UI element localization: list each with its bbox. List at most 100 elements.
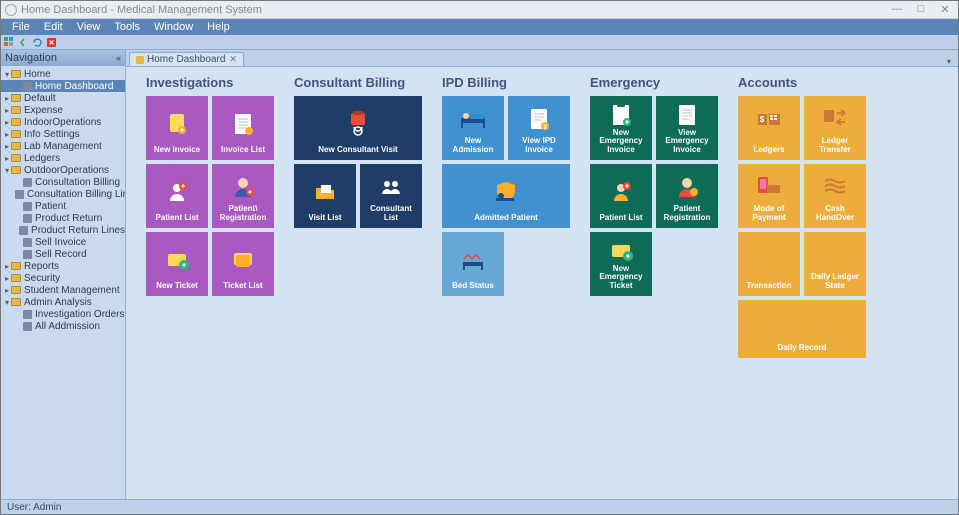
tile-patient-registration[interactable]: Patient\ Registration (212, 164, 274, 228)
tile-cash-handover[interactable]: Cash HandOver (804, 164, 866, 228)
tree-node-expense[interactable]: ▸Expense (1, 104, 125, 116)
tab-home-dashboard[interactable]: Home Dashboard ✕ (129, 52, 244, 66)
tree-node-student[interactable]: ▸Student Management (1, 284, 125, 296)
tree-node-home-dashboard[interactable]: Home Dashboard (1, 80, 125, 92)
section-title: Investigations (146, 75, 278, 90)
tab-close-icon[interactable]: ✕ (229, 54, 237, 65)
tree-node-admin[interactable]: ▾Admin Analysis (1, 296, 125, 308)
tree-node-default[interactable]: ▸Default (1, 92, 125, 104)
tab-label: Home Dashboard (147, 54, 225, 65)
tile-visit-list[interactable]: Visit List (294, 164, 356, 228)
app-icon (5, 4, 17, 16)
window-title: Home Dashboard - Medical Management Syst… (21, 4, 262, 16)
pin-icon[interactable]: « (116, 53, 121, 63)
tree-node-info[interactable]: ▸Info Settings (1, 128, 125, 140)
section-title: IPD Billing (442, 75, 574, 90)
folder-icon (297, 169, 353, 214)
svg-text:$: $ (760, 115, 765, 124)
tile-new-ticket[interactable]: New Ticket (146, 232, 208, 296)
menu-tools[interactable]: Tools (107, 21, 147, 33)
minimize-button[interactable]: — (888, 3, 906, 16)
section-title: Consultant Billing (294, 75, 426, 90)
menu-edit[interactable]: Edit (37, 21, 70, 33)
handover-icon (807, 169, 863, 205)
tree-node-reports[interactable]: ▸Reports (1, 260, 125, 272)
menu-window[interactable]: Window (147, 21, 200, 33)
back-icon[interactable] (18, 37, 29, 48)
tree-node-all-admission[interactable]: All Addmission (1, 320, 125, 332)
section-consultant: Consultant Billing New Consultant Visit … (294, 75, 426, 358)
tab-bar: Home Dashboard ✕ ▾ (126, 50, 958, 66)
tree-node-home[interactable]: ▾Home (1, 68, 125, 80)
epatient-list-icon (593, 169, 649, 214)
tree-node-lab[interactable]: ▸Lab Management (1, 140, 125, 152)
tree-node-security[interactable]: ▸Security (1, 272, 125, 284)
bed-icon (445, 101, 501, 137)
tile-invoice-list[interactable]: Invoice List (212, 96, 274, 160)
dashboard-canvas: Investigations New Invoice Invoice List … (126, 66, 958, 499)
close-button[interactable]: ✕ (936, 3, 954, 16)
group-icon (363, 169, 419, 205)
tab-dropdown-icon[interactable]: ▾ (943, 57, 955, 66)
dashboard-icon (23, 82, 32, 91)
tree-node-consultation-billing[interactable]: Consultation Billing (1, 176, 125, 188)
tile-transaction[interactable]: Transaction (738, 232, 800, 296)
view-einvoice-icon (659, 101, 715, 129)
menu-help[interactable]: Help (200, 21, 237, 33)
tile-new-invoice[interactable]: New Invoice (146, 96, 208, 160)
section-title: Emergency (590, 75, 722, 90)
tile-daily-ledger-state[interactable]: Daily Ledger State (804, 232, 866, 296)
maximize-button[interactable]: □ (912, 3, 930, 16)
admitted-icon (445, 169, 567, 214)
status-bar: User: Admin (1, 499, 958, 514)
tile-patient-list[interactable]: Patient List (146, 164, 208, 228)
tile-daily-record[interactable]: Daily Record (738, 300, 866, 358)
tile-new-consultant-visit[interactable]: New Consultant Visit (294, 96, 422, 160)
new-eticket-icon (593, 237, 649, 265)
tree-node-indoor[interactable]: ▸IndoorOperations (1, 116, 125, 128)
tree-node-product-return[interactable]: Product Return (1, 212, 125, 224)
toolbar-icon-1[interactable] (4, 37, 15, 48)
tree-node-ledgers[interactable]: ▸Ledgers (1, 152, 125, 164)
payment-icon (741, 169, 797, 205)
status-user: User: Admin (7, 502, 61, 513)
tile-emergency-patient-list[interactable]: Patient List (590, 164, 652, 228)
section-emergency: Emergency New Emergency Invoice View Eme… (590, 75, 722, 358)
tile-view-ipd-invoice[interactable]: $View IPD Invoice (508, 96, 570, 160)
transfer-icon (807, 101, 863, 137)
tile-new-admission[interactable]: New Admission (442, 96, 504, 160)
tile-admitted-patient[interactable]: Admitted Patient (442, 164, 570, 228)
tree-node-product-return-lines[interactable]: Product Return Lines (1, 224, 125, 236)
tree-node-consultation-billing-lines[interactable]: Consultation Billing Lines (1, 188, 125, 200)
title-bar: Home Dashboard - Medical Management Syst… (1, 1, 958, 19)
menu-file[interactable]: File (5, 21, 37, 33)
refresh-icon[interactable] (32, 37, 43, 48)
invoice-icon (149, 101, 205, 146)
tree-node-sell-record[interactable]: Sell Record (1, 248, 125, 260)
new-einvoice-icon (593, 101, 649, 129)
tile-view-emergency-invoice[interactable]: View Emergency Invoice (656, 96, 718, 160)
tree-node-outdoor[interactable]: ▾OutdoorOperations (1, 164, 125, 176)
menu-view[interactable]: View (70, 21, 108, 33)
daily-ledger-icon (807, 237, 863, 273)
tile-new-emergency-ticket[interactable]: New Emergency Ticket (590, 232, 652, 296)
tile-ledger-transfer[interactable]: Ledger Transfer (804, 96, 866, 160)
daily-record-icon (741, 305, 863, 344)
tree-node-investigation-orders[interactable]: Investigation Orders (1, 308, 125, 320)
tile-mode-of-payment[interactable]: Mode of Payment (738, 164, 800, 228)
tile-consultant-list[interactable]: Consultant List (360, 164, 422, 228)
tile-ticket-list[interactable]: Ticket List (212, 232, 274, 296)
tile-ledgers[interactable]: $Ledgers (738, 96, 800, 160)
section-ipd: IPD Billing New Admission $View IPD Invo… (442, 75, 574, 358)
transaction-icon (741, 237, 797, 282)
window-controls: — □ ✕ (888, 3, 954, 16)
tree-node-sell-invoice[interactable]: Sell Invoice (1, 236, 125, 248)
navigation-tree[interactable]: ▾Home Home Dashboard ▸Default ▸Expense ▸… (1, 66, 125, 499)
tile-emergency-patient-registration[interactable]: Patient Registration (656, 164, 718, 228)
menu-bar: File Edit View Tools Window Help (1, 19, 958, 35)
tile-new-emergency-invoice[interactable]: New Emergency Invoice (590, 96, 652, 160)
delete-icon[interactable] (46, 37, 57, 48)
tree-node-patient[interactable]: Patient (1, 200, 125, 212)
bed-status-icon (445, 237, 501, 282)
tile-bed-status[interactable]: Bed Status (442, 232, 504, 296)
